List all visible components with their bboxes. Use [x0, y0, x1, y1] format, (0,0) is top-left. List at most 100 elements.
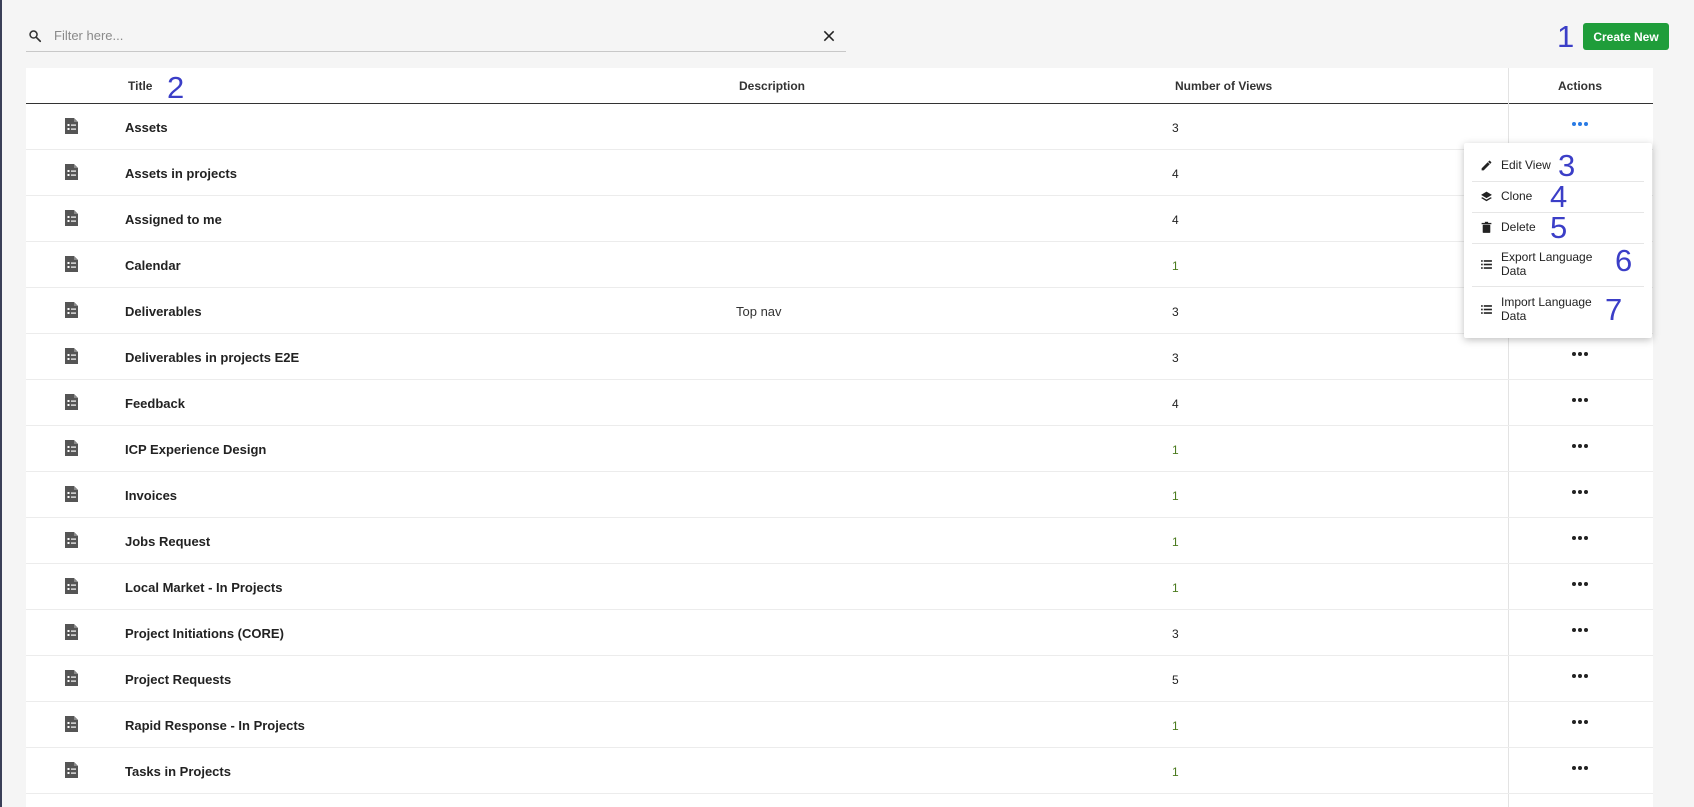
more-actions-icon[interactable] [1569, 576, 1591, 592]
table-row[interactable]: Feedback 4 [26, 380, 1653, 426]
create-new-button[interactable]: Create New [1583, 23, 1669, 50]
filter-bar [26, 20, 846, 52]
document-icon [65, 532, 78, 548]
row-views-count: 4 [1172, 213, 1179, 227]
document-icon [65, 624, 78, 640]
row-title[interactable]: Assets [125, 120, 168, 135]
row-views-count: 1 [1172, 443, 1179, 457]
column-header-title[interactable]: Title [128, 79, 152, 93]
row-title[interactable]: Invoices [125, 488, 177, 503]
annotation-5: 5 [1550, 210, 1568, 245]
table-row[interactable]: Assigned to me 4 [26, 196, 1653, 242]
document-icon [65, 486, 78, 502]
row-views-count: 4 [1172, 167, 1179, 181]
list-icon [1481, 259, 1492, 269]
row-title[interactable]: Calendar [125, 258, 181, 273]
more-actions-icon[interactable] [1569, 622, 1591, 638]
more-actions-icon[interactable] [1569, 438, 1591, 454]
row-views-count: 1 [1172, 259, 1179, 273]
document-icon [65, 164, 78, 180]
more-actions-icon[interactable] [1569, 392, 1591, 408]
more-actions-icon[interactable] [1569, 530, 1591, 546]
table-row[interactable]: Project Initiations (CORE) 3 [26, 610, 1653, 656]
table-row[interactable]: Rapid Response - In Projects 1 [26, 702, 1653, 748]
row-title[interactable]: Deliverables in projects E2E [125, 350, 299, 365]
row-views-count: 1 [1172, 765, 1179, 779]
pencil-icon [1481, 160, 1492, 170]
document-icon [65, 256, 78, 272]
table-row[interactable]: Tasks in Projects 1 [26, 748, 1653, 794]
row-title[interactable]: ICP Experience Design [125, 442, 266, 457]
table-row[interactable]: Local Market - In Projects 1 [26, 564, 1653, 610]
annotation-6: 6 [1615, 243, 1633, 278]
annotation-7: 7 [1605, 292, 1623, 327]
annotation-4: 4 [1550, 179, 1568, 214]
row-title[interactable]: Local Market - In Projects [125, 580, 283, 595]
more-actions-icon[interactable] [1569, 346, 1591, 362]
list-icon [1481, 304, 1492, 314]
close-icon[interactable] [822, 29, 836, 43]
more-actions-icon[interactable] [1569, 714, 1591, 730]
table-row[interactable]: Deliverables Top nav 3 [26, 288, 1653, 334]
document-icon [65, 762, 78, 778]
document-icon [65, 440, 78, 456]
annotation-3: 3 [1558, 148, 1576, 183]
row-views-count: 3 [1172, 305, 1179, 319]
more-actions-icon[interactable] [1569, 668, 1591, 684]
document-icon [65, 578, 78, 594]
document-icon [65, 348, 78, 364]
table-row[interactable]: Assets 3 [26, 104, 1653, 150]
trash-icon [1481, 221, 1492, 233]
row-title[interactable]: Deliverables [125, 304, 202, 319]
document-icon [65, 716, 78, 732]
document-icon [65, 210, 78, 226]
row-views-count: 4 [1172, 397, 1179, 411]
row-views-count: 3 [1172, 627, 1179, 641]
row-title[interactable]: Assigned to me [125, 212, 222, 227]
table-row[interactable]: Calendar 1 [26, 242, 1653, 288]
table-body: Assets 3 Assets in projects 4 Assigned to me… [26, 104, 1653, 794]
filter-input[interactable] [54, 20, 822, 51]
more-actions-icon[interactable] [1569, 116, 1591, 132]
layers-icon [1481, 191, 1492, 201]
table-row[interactable]: ICP Experience Design 1 [26, 426, 1653, 472]
row-views-count: 1 [1172, 719, 1179, 733]
document-icon [65, 670, 78, 686]
annotation-2: 2 [167, 70, 185, 105]
table-row[interactable]: Invoices 1 [26, 472, 1653, 518]
window-edge [0, 0, 2, 807]
table-header: Title Description Number of Views Action… [26, 68, 1653, 104]
row-title[interactable]: Project Initiations (CORE) [125, 626, 284, 641]
column-header-number-of-views[interactable]: Number of Views [1175, 79, 1272, 93]
row-views-count: 1 [1172, 535, 1179, 549]
row-title[interactable]: Tasks in Projects [125, 764, 231, 779]
row-views-count: 3 [1172, 351, 1179, 365]
row-views-count: 5 [1172, 673, 1179, 687]
annotation-1: 1 [1557, 19, 1575, 54]
row-views-count: 3 [1172, 121, 1179, 135]
row-title[interactable]: Jobs Request [125, 534, 210, 549]
table-row[interactable]: Project Requests 5 [26, 656, 1653, 702]
column-header-actions: Actions [1558, 79, 1603, 93]
row-title[interactable]: Rapid Response - In Projects [125, 718, 305, 733]
menu-item-label: Delete [1501, 220, 1536, 234]
menu-item-import-language-data[interactable]: Import Language Data [1464, 294, 1652, 324]
row-title[interactable]: Project Requests [125, 672, 231, 687]
views-table: Title Description Number of Views Action… [26, 68, 1653, 807]
menu-item-label: Import Language Data [1501, 295, 1592, 323]
more-actions-icon[interactable] [1569, 484, 1591, 500]
search-icon [29, 29, 42, 42]
row-title[interactable]: Assets in projects [125, 166, 237, 181]
menu-item-label: Export Language Data [1501, 250, 1593, 278]
menu-item-label: Edit View [1501, 158, 1551, 172]
menu-item-label: Clone [1501, 189, 1533, 203]
document-icon [65, 394, 78, 410]
table-row[interactable]: Assets in projects 4 [26, 150, 1653, 196]
table-row[interactable]: Deliverables in projects E2E 3 [26, 334, 1653, 380]
row-title[interactable]: Feedback [125, 396, 185, 411]
column-header-description[interactable]: Description [739, 79, 805, 93]
more-actions-icon[interactable] [1569, 760, 1591, 776]
table-row[interactable]: Jobs Request 1 [26, 518, 1653, 564]
row-views-count: 1 [1172, 581, 1179, 595]
menu-divider [1472, 286, 1644, 287]
